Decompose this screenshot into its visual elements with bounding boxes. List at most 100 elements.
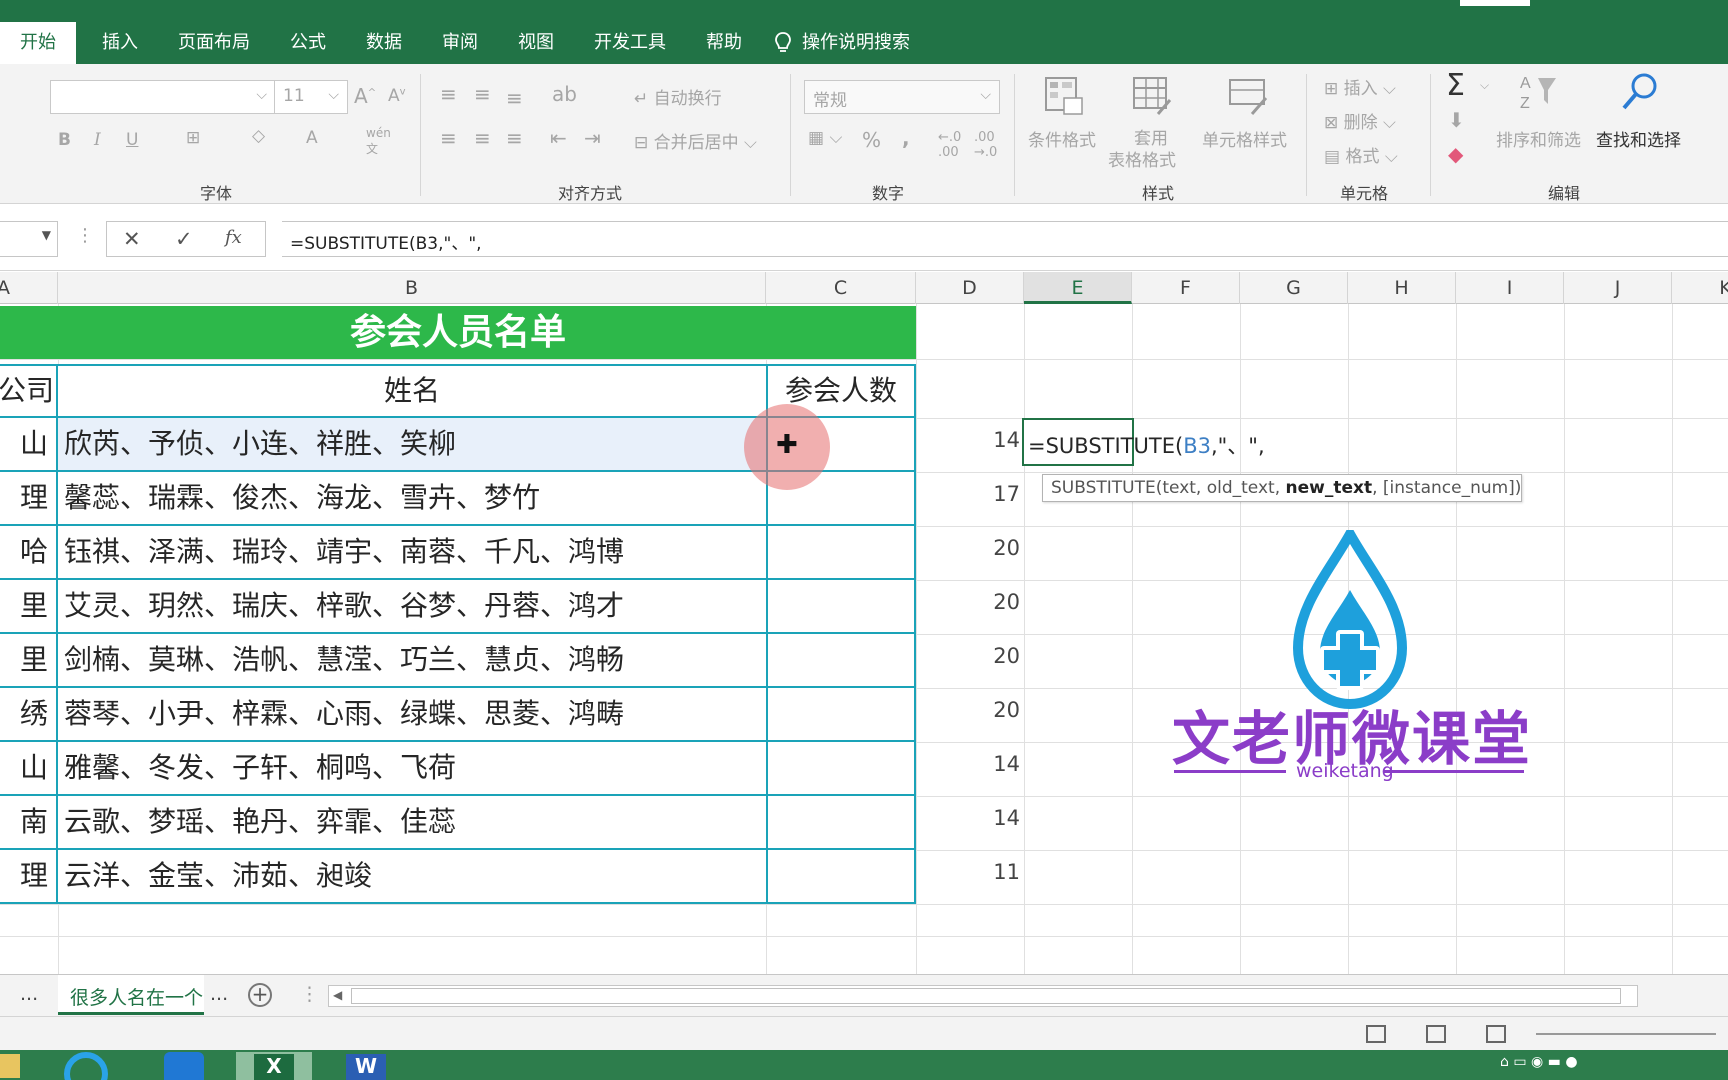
accounting-format-icon[interactable]: ▦ ⌵ bbox=[808, 128, 842, 148]
cell-a3[interactable]: 山 bbox=[0, 416, 58, 472]
tab-insert[interactable]: 插入 bbox=[82, 22, 158, 64]
fill-down-icon[interactable]: ⬇ bbox=[1448, 108, 1465, 132]
excel-app-icon[interactable]: X bbox=[236, 1052, 312, 1080]
align-center-icon[interactable]: ≡ bbox=[474, 126, 491, 150]
column-header-e[interactable]: E bbox=[1024, 272, 1132, 304]
shrink-font-icon[interactable]: Av bbox=[388, 86, 406, 106]
font-name-combo[interactable]: ⌵ bbox=[50, 80, 276, 114]
tab-developer[interactable]: 开发工具 bbox=[574, 22, 686, 64]
italic-icon[interactable]: I bbox=[94, 130, 101, 150]
cell-d10[interactable]: 14 bbox=[920, 806, 1020, 830]
increase-decimal-icon[interactable]: ←.0.00 bbox=[938, 130, 961, 160]
autosum-icon[interactable]: Σ bbox=[1446, 68, 1465, 103]
header-names[interactable]: 姓名 bbox=[56, 364, 768, 418]
font-size-combo[interactable]: 11 ⌵ bbox=[274, 80, 348, 114]
fill-color-icon[interactable]: ◇ bbox=[252, 126, 265, 146]
table-title[interactable]: 参会人员名单 bbox=[0, 306, 916, 359]
cell-d5[interactable]: 20 bbox=[920, 536, 1020, 560]
phonetic-icon[interactable]: wén 文 bbox=[366, 126, 391, 157]
align-top-icon[interactable]: ≡ bbox=[440, 82, 457, 106]
scrollbar-thumb[interactable] bbox=[351, 988, 1621, 1004]
cell-b4[interactable]: 馨蕊、瑞霖、俊杰、海龙、雪卉、梦竹 bbox=[56, 470, 768, 526]
decrease-indent-icon[interactable]: ⇤ bbox=[550, 126, 567, 150]
column-header-g[interactable]: G bbox=[1240, 272, 1348, 304]
number-format-combo[interactable]: 常规 ⌵ bbox=[804, 80, 1000, 114]
cell-d3[interactable]: 14 bbox=[920, 428, 1020, 452]
sort-filter-label[interactable]: 排序和筛选 bbox=[1496, 126, 1581, 151]
comma-style-button[interactable]: , bbox=[902, 126, 910, 150]
cell-d6[interactable]: 20 bbox=[920, 590, 1020, 614]
cancel-icon[interactable]: ✕ bbox=[123, 227, 141, 251]
decrease-decimal-icon[interactable]: .00 →.0 bbox=[974, 130, 997, 160]
column-header-f[interactable]: F bbox=[1132, 272, 1240, 304]
insert-function-icon[interactable]: fx bbox=[225, 227, 242, 248]
sort-filter-icon[interactable]: A Z bbox=[1516, 70, 1560, 114]
column-header-a[interactable]: A bbox=[0, 272, 58, 304]
cell-a9[interactable]: 山 bbox=[0, 740, 58, 796]
align-middle-icon[interactable]: ≡ bbox=[474, 82, 491, 106]
active-cell-e3[interactable]: =SUBSTITUTE(B3,"、", bbox=[1022, 418, 1265, 466]
cell-b8[interactable]: 蓉琴、小尹、梓霖、心雨、绿蝶、思菱、鸿畴 bbox=[56, 686, 768, 742]
column-header-h[interactable]: H bbox=[1348, 272, 1456, 304]
cell-b7[interactable]: 剑楠、莫琳、浩帆、慧滢、巧兰、慧贞、鸿畅 bbox=[56, 632, 768, 688]
cell-d11[interactable]: 11 bbox=[920, 860, 1020, 884]
column-header-b[interactable]: B bbox=[58, 272, 766, 304]
sheet-scroll-left-ellipsis[interactable]: ... bbox=[20, 983, 38, 1005]
cell-a11[interactable]: 理 bbox=[0, 848, 58, 904]
cell-a4[interactable]: 理 bbox=[0, 470, 58, 526]
border-icon[interactable]: ⊞ bbox=[186, 128, 200, 148]
tab-home[interactable]: 开始 bbox=[0, 22, 76, 64]
align-bottom-icon[interactable]: ≡ bbox=[506, 86, 523, 110]
tab-page-layout[interactable]: 页面布局 bbox=[158, 22, 270, 64]
cell-d8[interactable]: 20 bbox=[920, 698, 1020, 722]
horizontal-scrollbar[interactable]: ◀ bbox=[328, 985, 1638, 1007]
cell-c7[interactable] bbox=[766, 632, 916, 688]
column-header-c[interactable]: C bbox=[766, 272, 916, 304]
delete-cells-button[interactable]: ⊠ 删除 ⌵ bbox=[1324, 108, 1396, 133]
search-icon[interactable] bbox=[1618, 70, 1662, 114]
tab-formulas[interactable]: 公式 bbox=[270, 22, 346, 64]
formula-input[interactable]: =SUBSTITUTE(B3,"、", bbox=[282, 221, 1728, 257]
format-as-table-icon[interactable] bbox=[1130, 74, 1174, 118]
cell-d7[interactable]: 20 bbox=[920, 644, 1020, 668]
cell-styles-label[interactable]: 单元格样式 bbox=[1202, 126, 1287, 151]
page-layout-view-icon[interactable] bbox=[1426, 1025, 1446, 1043]
cell-b11[interactable]: 云洋、金莹、沛茹、昶竣 bbox=[56, 848, 768, 904]
underline-icon[interactable]: U bbox=[126, 130, 138, 150]
cell-c9[interactable] bbox=[766, 740, 916, 796]
cell-d9[interactable]: 14 bbox=[920, 752, 1020, 776]
orientation-icon[interactable]: ab bbox=[552, 82, 577, 106]
sheet-scroll-right-ellipsis[interactable]: ... bbox=[210, 983, 228, 1005]
cell-a6[interactable]: 里 bbox=[0, 578, 58, 634]
find-select-label[interactable]: 查找和选择 bbox=[1596, 126, 1681, 151]
insert-cells-button[interactable]: ⊞ 插入 ⌵ bbox=[1324, 74, 1396, 99]
tab-help[interactable]: 帮助 bbox=[686, 22, 762, 64]
page-break-view-icon[interactable] bbox=[1486, 1025, 1506, 1043]
cell-a8[interactable]: 绣 bbox=[0, 686, 58, 742]
scroll-left-icon[interactable]: ◀ bbox=[333, 988, 342, 1002]
system-tray[interactable]: ⌂ ▭ ◉ ▬ ● bbox=[1500, 1054, 1728, 1080]
sheet-tab-active[interactable]: 很多人名在一个 bbox=[58, 975, 204, 1015]
browser-app-icon[interactable] bbox=[60, 1052, 136, 1080]
chevron-down-icon[interactable]: ⌵ bbox=[1480, 78, 1489, 93]
cell-d4[interactable]: 17 bbox=[920, 482, 1020, 506]
format-cells-button[interactable]: ▤ 格式 ⌵ bbox=[1324, 142, 1398, 167]
cell-a10[interactable]: 南 bbox=[0, 794, 58, 850]
tab-review[interactable]: 审阅 bbox=[422, 22, 498, 64]
header-company[interactable]: 公司 bbox=[0, 364, 58, 418]
file-explorer-icon[interactable] bbox=[0, 1054, 20, 1078]
wrap-text-button[interactable]: ↵ 自动换行 bbox=[634, 84, 722, 109]
format-as-table-label-2[interactable]: 表格格式 bbox=[1108, 146, 1176, 171]
column-header-i[interactable]: I bbox=[1456, 272, 1564, 304]
enter-check-icon[interactable]: ✓ bbox=[175, 227, 193, 251]
cell-styles-icon[interactable] bbox=[1226, 74, 1270, 118]
cell-b3[interactable]: 欣芮、予侦、小连、祥胜、笑柳 bbox=[56, 416, 768, 472]
normal-view-icon[interactable] bbox=[1366, 1025, 1386, 1043]
cell-a7[interactable]: 里 bbox=[0, 632, 58, 688]
bold-icon[interactable]: B bbox=[58, 130, 71, 150]
cell-b6[interactable]: 艾灵、玥然、瑞庆、梓歌、谷梦、丹蓉、鸿才 bbox=[56, 578, 768, 634]
increase-indent-icon[interactable]: ⇥ bbox=[584, 126, 601, 150]
align-right-icon[interactable]: ≡ bbox=[506, 126, 523, 150]
grow-font-icon[interactable]: A^ bbox=[354, 84, 376, 108]
align-left-icon[interactable]: ≡ bbox=[440, 126, 457, 150]
